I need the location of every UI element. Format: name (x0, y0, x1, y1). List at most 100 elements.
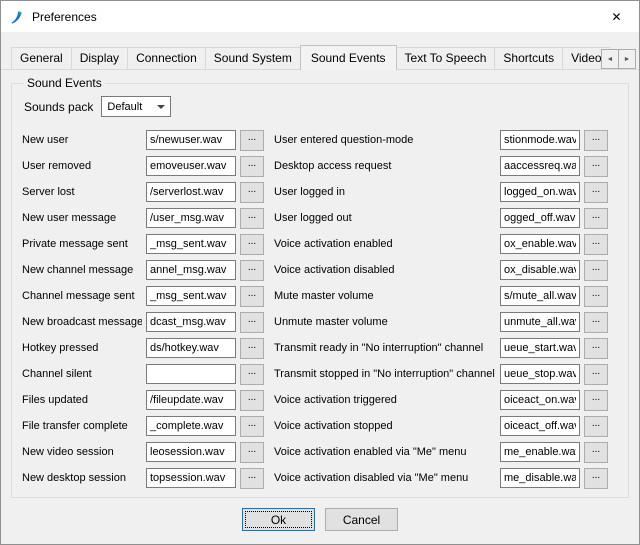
browse-button[interactable]: ... (584, 416, 608, 437)
cancel-button[interactable]: Cancel (325, 508, 398, 531)
window-title: Preferences (32, 10, 97, 24)
tab-sound-system[interactable]: Sound System (205, 47, 301, 69)
browse-button[interactable]: ... (240, 286, 264, 307)
sound-event-label: User logged in (268, 186, 496, 198)
tab-text-to-speech[interactable]: Text To Speech (396, 47, 496, 69)
browse-button[interactable]: ... (240, 390, 264, 411)
browse-button[interactable]: ... (240, 182, 264, 203)
browse-button[interactable]: ... (584, 468, 608, 489)
sound-event-row: User removed ... Desktop access request … (22, 153, 618, 179)
sound-events-group: Sound Events Sounds pack Default New use… (11, 76, 629, 498)
browse-button[interactable]: ... (584, 156, 608, 177)
sound-event-row: File transfer complete ... Voice activat… (22, 413, 618, 439)
sound-file-input[interactable] (500, 130, 580, 150)
sound-event-label: Files updated (22, 394, 142, 406)
browse-button[interactable]: ... (584, 260, 608, 281)
sound-file-input[interactable] (500, 208, 580, 228)
sound-file-input[interactable] (500, 442, 580, 462)
chevron-down-icon (157, 105, 165, 109)
sound-event-row: New channel message ... Voice activation… (22, 257, 618, 283)
sound-event-row: Files updated ... Voice activation trigg… (22, 387, 618, 413)
sound-event-label: Server lost (22, 186, 142, 198)
browse-button[interactable]: ... (240, 442, 264, 463)
sound-file-input[interactable] (500, 390, 580, 410)
browse-button[interactable]: ... (584, 208, 608, 229)
sound-file-input[interactable] (146, 468, 236, 488)
sound-file-input[interactable] (146, 286, 236, 306)
sound-file-input[interactable] (500, 260, 580, 280)
sound-file-input[interactable] (500, 182, 580, 202)
sound-event-row: Hotkey pressed ... Transmit ready in "No… (22, 335, 618, 361)
sound-file-input[interactable] (146, 416, 236, 436)
browse-button[interactable]: ... (584, 390, 608, 411)
browse-button[interactable]: ... (240, 130, 264, 151)
sound-event-row: Channel silent ... Transmit stopped in "… (22, 361, 618, 387)
tab-scroll-right-icon[interactable]: ► (618, 49, 636, 69)
sound-event-label: Voice activation enabled via "Me" menu (268, 446, 496, 458)
sound-event-label: Hotkey pressed (22, 342, 142, 354)
sound-file-input[interactable] (146, 390, 236, 410)
sound-event-label: New channel message (22, 264, 142, 276)
ok-button[interactable]: Ok (242, 508, 315, 531)
sound-file-input[interactable] (500, 286, 580, 306)
browse-button[interactable]: ... (584, 312, 608, 333)
close-button[interactable]: ✕ (594, 1, 639, 32)
tab-connection[interactable]: Connection (127, 47, 206, 69)
browse-button[interactable]: ... (584, 286, 608, 307)
sound-event-label: User entered question-mode (268, 134, 496, 146)
browse-button[interactable]: ... (240, 312, 264, 333)
sound-event-label: Transmit stopped in "No interruption" ch… (268, 368, 496, 380)
sound-file-input[interactable] (500, 312, 580, 332)
tab-scroll-left-icon[interactable]: ◄ (601, 49, 619, 69)
browse-button[interactable]: ... (240, 364, 264, 385)
browse-button[interactable]: ... (584, 234, 608, 255)
sound-file-input[interactable] (146, 156, 236, 176)
browse-button[interactable]: ... (240, 338, 264, 359)
sound-file-input[interactable] (500, 364, 580, 384)
sound-event-label: New broadcast message (22, 316, 142, 328)
browse-button[interactable]: ... (584, 338, 608, 359)
sound-event-label: Voice activation disabled via "Me" menu (268, 472, 496, 484)
browse-button[interactable]: ... (240, 156, 264, 177)
browse-button[interactable]: ... (240, 234, 264, 255)
tab-scroll-controls: ◄ ► (602, 49, 636, 69)
browse-button[interactable]: ... (584, 442, 608, 463)
sounds-pack-select[interactable]: Default (101, 96, 171, 117)
sound-event-row: New desktop session ... Voice activation… (22, 465, 618, 491)
browse-button[interactable]: ... (584, 364, 608, 385)
sound-file-input[interactable] (500, 338, 580, 358)
browse-button[interactable]: ... (584, 130, 608, 151)
sound-event-label: Voice activation enabled (268, 238, 496, 250)
sound-event-label: Transmit ready in "No interruption" chan… (268, 342, 496, 354)
sound-file-input[interactable] (146, 442, 236, 462)
sound-event-row: New video session ... Voice activation e… (22, 439, 618, 465)
browse-button[interactable]: ... (240, 260, 264, 281)
sound-file-input[interactable] (500, 468, 580, 488)
sound-file-input[interactable] (146, 234, 236, 254)
sound-event-label: File transfer complete (22, 420, 142, 432)
sound-file-input[interactable] (500, 416, 580, 436)
sound-event-row: New user ... User entered question-mode … (22, 127, 618, 153)
sound-file-input[interactable] (146, 312, 236, 332)
sound-file-input[interactable] (500, 156, 580, 176)
sound-event-row: New broadcast message ... Unmute master … (22, 309, 618, 335)
sound-event-label: Mute master volume (268, 290, 496, 302)
sound-events-grid: New user ... User entered question-mode … (22, 127, 618, 491)
preferences-dialog: Preferences ✕ General Display Connection… (0, 0, 640, 545)
browse-button[interactable]: ... (240, 208, 264, 229)
tab-sound-events[interactable]: Sound Events (300, 45, 397, 70)
sound-file-input[interactable] (146, 182, 236, 202)
browse-button[interactable]: ... (240, 416, 264, 437)
sound-file-input[interactable] (146, 260, 236, 280)
browse-button[interactable]: ... (240, 468, 264, 489)
sound-file-input[interactable] (146, 208, 236, 228)
sound-file-input[interactable] (146, 364, 236, 384)
sound-file-input[interactable] (146, 130, 236, 150)
tab-display[interactable]: Display (71, 47, 128, 69)
sound-file-input[interactable] (500, 234, 580, 254)
browse-button[interactable]: ... (584, 182, 608, 203)
sound-event-label: New user message (22, 212, 142, 224)
tab-shortcuts[interactable]: Shortcuts (494, 47, 563, 69)
sound-file-input[interactable] (146, 338, 236, 358)
tab-general[interactable]: General (11, 47, 72, 69)
